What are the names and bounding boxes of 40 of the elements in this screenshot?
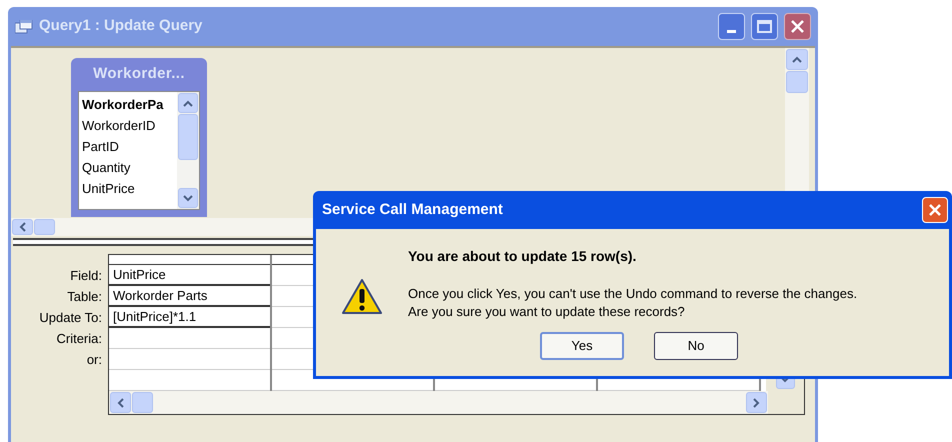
query-icon xyxy=(15,20,33,34)
row-label: Criteria: xyxy=(56,330,102,348)
field-name[interactable]: Quantity xyxy=(82,157,177,178)
scroll-up-icon[interactable] xyxy=(178,93,198,113)
grid-cell[interactable]: UnitPrice xyxy=(109,265,270,286)
grid-cell[interactable]: [UnitPrice]*1.1 xyxy=(109,307,270,328)
dialog-heading: You are about to update 15 row(s). xyxy=(408,247,638,266)
warning-icon xyxy=(340,277,384,317)
scroll-up-icon[interactable] xyxy=(786,49,808,70)
close-icon xyxy=(928,203,942,217)
scroll-down-icon[interactable] xyxy=(178,188,198,208)
field-name[interactable]: UnitPrice xyxy=(82,178,177,199)
field-name[interactable]: PartID xyxy=(82,136,177,157)
scroll-thumb[interactable] xyxy=(34,219,55,235)
scroll-thumb[interactable] xyxy=(786,71,808,93)
scroll-left-icon[interactable] xyxy=(110,392,131,413)
close-button[interactable] xyxy=(784,13,811,40)
maximize-button[interactable] xyxy=(751,13,778,40)
dialog-message: Once you click Yes, you can't use the Undo command to reverse the changes. xyxy=(408,285,858,303)
row-label: Table: xyxy=(67,288,102,306)
field-list-title: Workorder... xyxy=(92,64,186,84)
field-name[interactable]: WorkorderID xyxy=(82,115,177,136)
row-label: Field: xyxy=(70,267,102,285)
scroll-right-icon[interactable] xyxy=(746,392,767,413)
dialog-title: Service Call Management xyxy=(322,200,503,220)
minimize-button[interactable] xyxy=(718,13,745,40)
dialog-message: Are you sure you want to update these records? xyxy=(408,303,686,321)
row-label: Update To: xyxy=(39,309,102,327)
horizontal-scrollbar[interactable] xyxy=(109,391,768,414)
scroll-left-icon[interactable] xyxy=(12,219,33,235)
scroll-thumb[interactable] xyxy=(178,114,198,160)
field-name[interactable]: WorkorderPa xyxy=(82,94,177,115)
vertical-scrollbar[interactable] xyxy=(177,92,199,209)
scroll-thumb[interactable] xyxy=(132,392,153,413)
window-title: Query1 : Update Query xyxy=(39,16,202,36)
grid-cell[interactable]: Workorder Parts xyxy=(109,286,270,307)
dialog-button[interactable]: Yes xyxy=(540,332,624,360)
dialog-button[interactable]: No xyxy=(654,332,738,360)
row-label: or: xyxy=(86,351,102,369)
close-icon xyxy=(790,19,805,34)
